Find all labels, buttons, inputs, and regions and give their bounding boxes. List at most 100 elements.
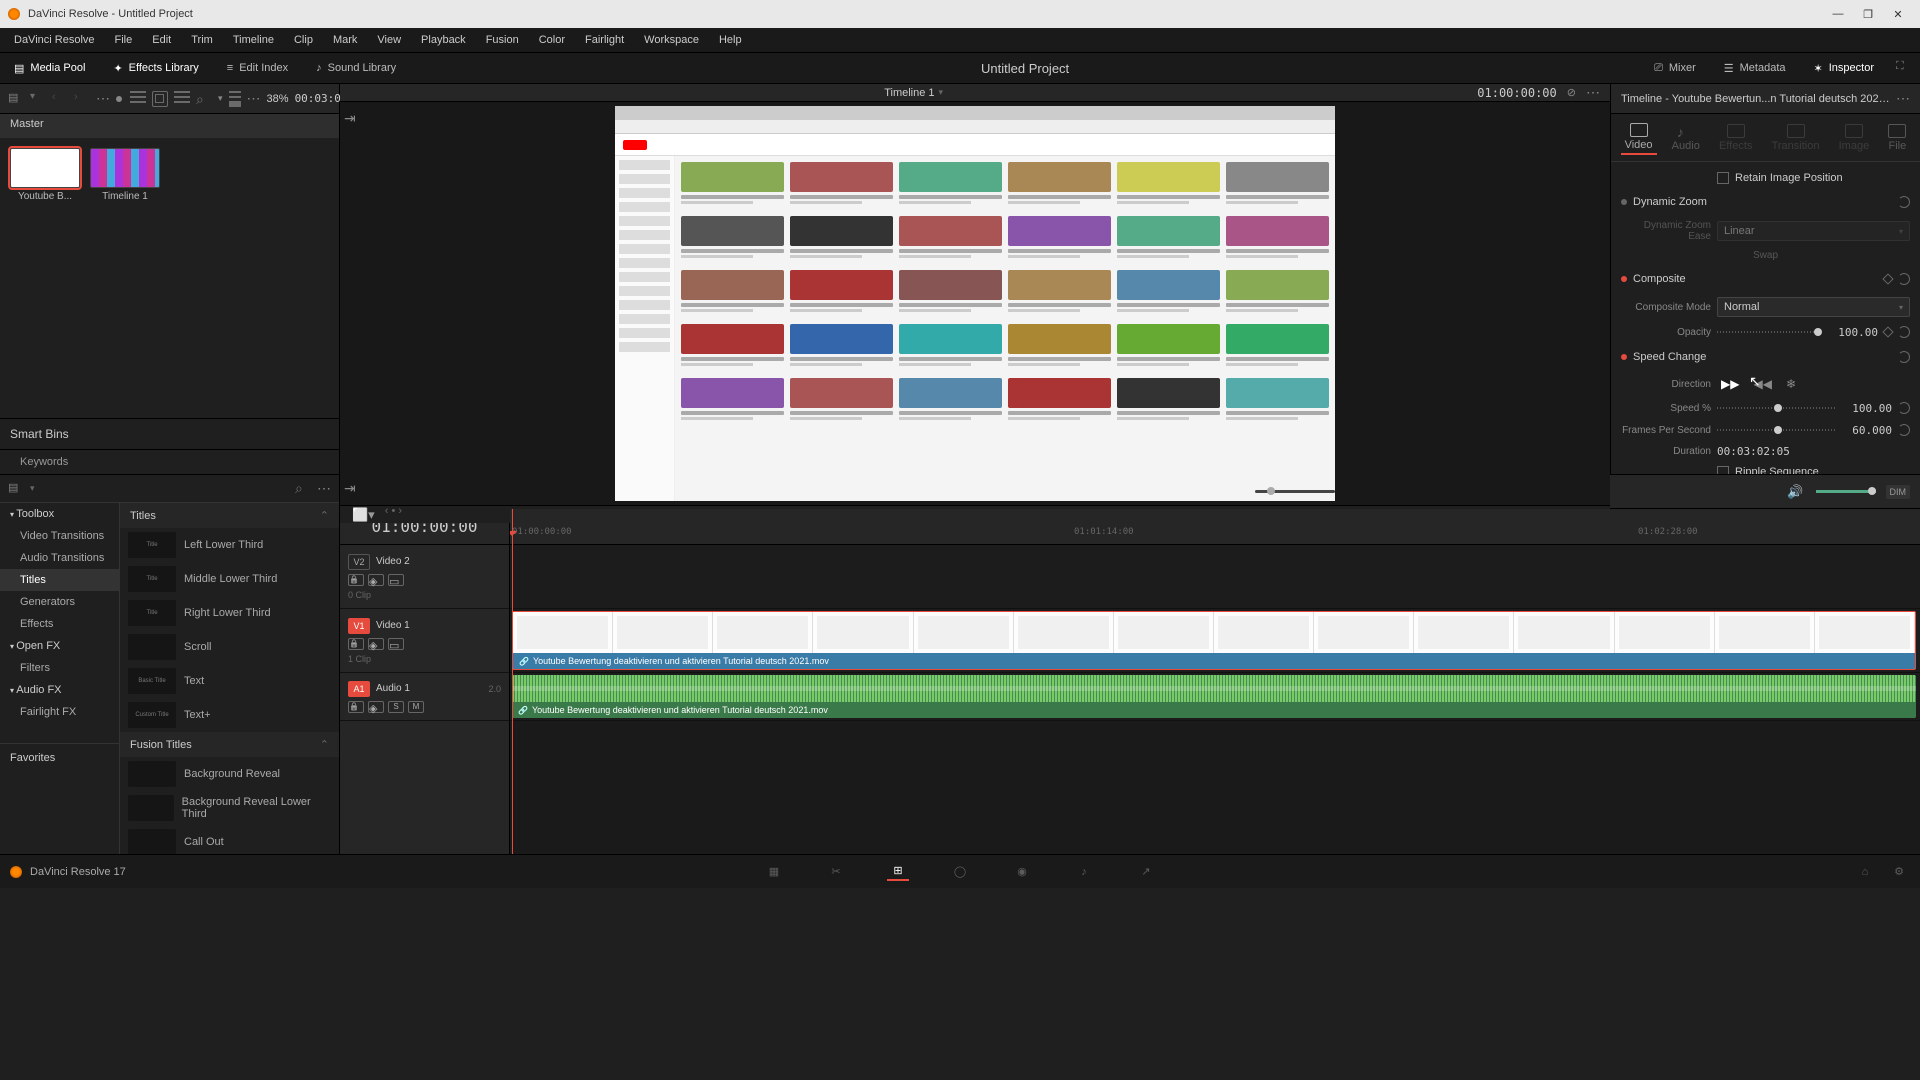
fusion-title-bg-reveal[interactable]: Background Reveal [120,757,339,791]
menu-help[interactable]: Help [709,30,752,50]
menu-trim[interactable]: Trim [181,30,223,50]
thumb-view-icon[interactable] [152,91,168,107]
keyframe-icon[interactable] [1882,273,1893,284]
fusion-title-bg-reveal-lt[interactable]: Background Reveal Lower Third [120,791,339,825]
tab-effects-library[interactable]: ✦Effects Library [107,58,204,79]
edit-page-icon[interactable]: ⊞ [887,863,909,881]
track-header-v2[interactable]: V2Video 2 ◈▭ 0 Clip [340,545,509,609]
direction-freeze-button[interactable]: ❄ [1782,375,1800,393]
viewer-timecode[interactable]: 01:00:00:00 [1477,86,1556,100]
track-lane-v1[interactable]: Youtube Bewertung deaktivieren und aktiv… [510,609,1920,673]
color-page-icon[interactable]: ◉ [1011,863,1033,881]
menu-clip[interactable]: Clip [284,30,323,50]
chevron-down-icon[interactable]: ▾ [939,87,944,98]
speed-value[interactable]: 100.00 [1842,402,1892,415]
fairlight-page-icon[interactable]: ♪ [1073,863,1095,881]
menu-playback[interactable]: Playback [411,30,476,50]
menu-color[interactable]: Color [529,30,575,50]
effects-view-icon[interactable]: ▤ [8,481,24,497]
nav-fwd-icon[interactable]: › [74,91,90,107]
track-badge-a1[interactable]: A1 [348,681,370,697]
mute-track-icon[interactable]: M [408,701,424,713]
track-lane-a1[interactable]: Youtube Bewertung deaktivieren und aktiv… [510,673,1920,721]
bypass-icon[interactable]: ⊘ [1567,86,1576,99]
clip-thumb-timeline[interactable]: Timeline 1 [90,148,160,202]
home-icon[interactable]: ⌂ [1854,863,1876,881]
transform-dropdown-icon[interactable]: ⬜▾ [350,505,377,525]
strip-view-icon[interactable] [174,91,190,107]
solo-icon[interactable]: S [388,701,404,713]
chevron-down-icon[interactable]: ▾ [30,91,46,107]
edit-overlay-icon[interactable]: ⇥ [344,480,356,497]
disable-track-icon[interactable]: ▭ [388,638,404,650]
lock-track-icon[interactable] [348,638,364,650]
tab-mixer[interactable]: ⎚Mixer [1648,58,1702,79]
dz-ease-dropdown[interactable]: Linear [1717,221,1910,241]
search-icon[interactable] [295,480,311,496]
audio-clip[interactable]: Youtube Bewertung deaktivieren und aktiv… [512,675,1916,718]
fps-slider[interactable] [1717,423,1836,437]
fusion-page-icon[interactable]: ◯ [949,863,971,881]
disable-track-icon[interactable]: ▭ [388,574,404,586]
volume-slider[interactable] [1816,490,1876,493]
expand-icon[interactable]: ⛶ [1896,60,1912,76]
match-frame-icon[interactable]: ⇥ [344,110,356,127]
lock-track-icon[interactable] [348,574,364,586]
track-badge-v1[interactable]: V1 [348,618,370,634]
lock-track-icon[interactable] [348,701,364,713]
track-lane-v2[interactable] [510,545,1920,609]
inspector-tab-transition[interactable]: Transition [1768,122,1824,154]
reset-icon[interactable] [1898,273,1910,285]
keyframe-icon[interactable] [1882,326,1893,337]
nav-generators[interactable]: Generators [0,591,119,613]
maximize-button[interactable]: ❐ [1854,3,1882,25]
inspector-tab-video[interactable]: Video [1621,121,1657,155]
inspector-tab-file[interactable]: File [1884,122,1910,154]
title-middle-lower-third[interactable]: TitleMiddle Lower Third [120,562,339,596]
menu-fairlight[interactable]: Fairlight [575,30,634,50]
chevron-down-icon[interactable]: ▾ [218,93,223,104]
reset-icon[interactable] [1898,326,1910,338]
search-icon[interactable] [196,91,212,107]
nav-audio-transitions[interactable]: Audio Transitions [0,547,119,569]
zoom-slider[interactable] [1255,490,1335,493]
timeline-ruler[interactable]: 01:00:00:00 01:01:14:00 01:02:28:00 [510,509,1920,545]
reset-icon[interactable] [1898,196,1910,208]
nav-video-transitions[interactable]: Video Transitions [0,525,119,547]
track-badge-v2[interactable]: V2 [348,554,370,570]
title-scroll[interactable]: Scroll [120,630,339,664]
tab-metadata[interactable]: ☰Metadata [1718,58,1792,79]
dynamic-zoom-header[interactable]: Dynamic Zoom [1633,196,1892,208]
nav-audiofx[interactable]: Audio FX [0,679,119,701]
duration-value[interactable]: 00:03:02:05 [1717,445,1910,458]
effects-options-icon[interactable] [317,480,331,497]
title-left-lower-third[interactable]: TitleLeft Lower Third [120,528,339,562]
playhead[interactable] [512,509,513,854]
auto-select-icon[interactable]: ◈ [368,638,384,650]
speed-change-toggle[interactable] [1621,354,1627,360]
deliver-page-icon[interactable]: ↗ [1135,863,1157,881]
menu-file[interactable]: File [105,30,143,50]
fusion-title-callout[interactable]: Call Out [120,825,339,854]
swap-button[interactable]: Swap [1753,250,1778,261]
tab-inspector[interactable]: ✶Inspector [1808,58,1880,79]
tab-media-pool[interactable]: ▤Media Pool [8,58,91,79]
speed-change-header[interactable]: Speed Change [1633,351,1892,363]
bin-view-icon[interactable]: ▤ [8,91,24,107]
inspector-tab-image[interactable]: Image [1835,122,1874,154]
menu-mark[interactable]: Mark [323,30,367,50]
speed-slider[interactable] [1717,401,1836,415]
viewer-options-icon[interactable] [1586,84,1600,101]
auto-select-icon[interactable]: ◈ [368,574,384,586]
viewer-output[interactable] [615,106,1335,501]
timeline-name[interactable]: Timeline 1 [884,87,934,99]
cut-page-icon[interactable]: ✂ [825,863,847,881]
mute-icon[interactable]: 🔊 [1785,482,1805,502]
dynamic-zoom-toggle[interactable] [1621,199,1627,205]
zoom-value[interactable]: 38% [267,93,289,105]
titles-category[interactable]: Titles [120,503,339,528]
close-button[interactable]: ✕ [1884,3,1912,25]
fps-value[interactable]: 60.000 [1842,424,1892,437]
title-right-lower-third[interactable]: TitleRight Lower Third [120,596,339,630]
nav-openfx[interactable]: Open FX [0,635,119,657]
